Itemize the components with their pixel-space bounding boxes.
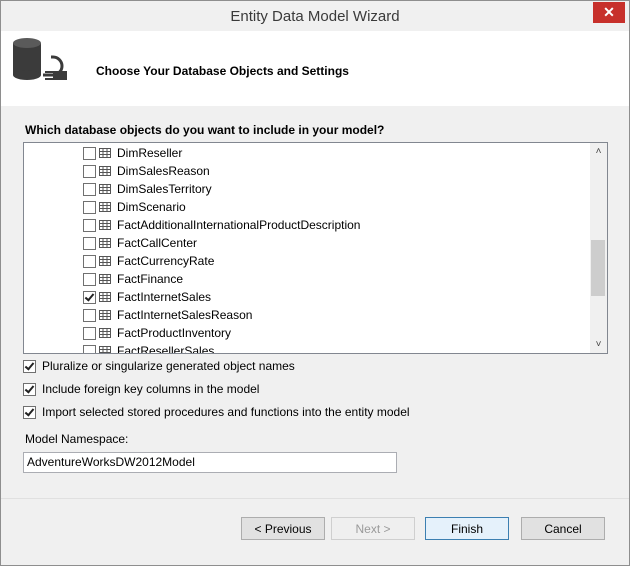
tree-item-checkbox[interactable] — [83, 255, 96, 268]
tree-item[interactable]: FactFinance — [83, 270, 593, 288]
tree-item-label: DimScenario — [117, 200, 186, 214]
tree-item-label: FactFinance — [117, 272, 184, 286]
tree-item-label: FactProductInventory — [117, 326, 232, 340]
tree-item-label: DimSalesReason — [117, 164, 210, 178]
close-button[interactable]: ✕ — [593, 2, 625, 23]
tree-item-checkbox[interactable] — [83, 345, 96, 353]
table-icon — [99, 219, 111, 230]
tree-item-checkbox[interactable] — [83, 327, 96, 340]
cancel-button[interactable]: Cancel — [521, 517, 605, 540]
tree-item[interactable]: DimReseller — [83, 144, 593, 162]
tree-item[interactable]: DimScenario — [83, 198, 593, 216]
tree-item-checkbox[interactable] — [83, 201, 96, 214]
tree-item[interactable]: FactInternetSales — [83, 288, 593, 306]
tree-item[interactable]: FactCallCenter — [83, 234, 593, 252]
database-objects-tree[interactable]: DimReseller DimSalesReason DimSalesTerrito… — [23, 142, 608, 354]
pluralize-label: Pluralize or singularize generated objec… — [42, 359, 295, 373]
footer-divider — [1, 498, 629, 499]
tree-item-checkbox[interactable] — [83, 219, 96, 232]
table-icon — [99, 273, 111, 284]
database-plug-icon — [13, 38, 67, 80]
tree-item-checkbox[interactable] — [83, 237, 96, 250]
scroll-thumb[interactable] — [591, 240, 605, 296]
tree-item-label: DimSalesTerritory — [117, 182, 212, 196]
table-icon — [99, 165, 111, 176]
tree-item-label: FactCurrencyRate — [117, 254, 215, 268]
objects-question: Which database objects do you want to in… — [25, 123, 385, 137]
tree-item-label: FactCallCenter — [117, 236, 198, 250]
tree-item[interactable]: DimSalesTerritory — [83, 180, 593, 198]
foreign-keys-label: Include foreign key columns in the model — [42, 382, 260, 396]
previous-button[interactable]: < Previous — [241, 517, 325, 540]
tree-item-checkbox[interactable] — [83, 165, 96, 178]
table-icon — [99, 147, 111, 158]
vertical-scrollbar[interactable]: ˄ ˅ — [590, 143, 607, 353]
scroll-down-icon[interactable]: ˅ — [590, 336, 607, 353]
next-button[interactable]: Next > — [331, 517, 415, 540]
tree-item-checkbox[interactable] — [83, 273, 96, 286]
tree-item-label: FactAdditionalInternationalProductDescri… — [117, 218, 361, 232]
import-procs-checkbox[interactable] — [23, 406, 36, 419]
table-icon — [99, 327, 111, 338]
table-icon — [99, 183, 111, 194]
namespace-input[interactable]: AdventureWorksDW2012Model — [23, 452, 397, 473]
tree-item[interactable]: FactProductInventory — [83, 324, 593, 342]
table-icon — [99, 309, 111, 320]
namespace-label: Model Namespace: — [25, 432, 129, 446]
tree-item[interactable]: FactAdditionalInternationalProductDescri… — [83, 216, 593, 234]
tree-item[interactable]: FactResellerSales — [83, 342, 593, 354]
import-procs-label: Import selected stored procedures and fu… — [42, 405, 410, 419]
page-title: Choose Your Database Objects and Setting… — [96, 64, 349, 78]
title-bar: Entity Data Model Wizard ✕ — [1, 1, 629, 31]
table-icon — [99, 291, 111, 302]
tree-item-label: FactInternetSalesReason — [117, 308, 253, 322]
table-icon — [99, 345, 111, 353]
tree-item-checkbox[interactable] — [83, 183, 96, 196]
scroll-up-icon[interactable]: ˄ — [590, 143, 607, 160]
tree-item-checkbox[interactable] — [83, 291, 96, 304]
table-icon — [99, 201, 111, 212]
table-icon — [99, 255, 111, 266]
tree-item-label: FactResellerSales — [117, 344, 215, 354]
tree-item[interactable]: FactCurrencyRate — [83, 252, 593, 270]
tree-item-checkbox[interactable] — [83, 309, 96, 322]
tree-item[interactable]: FactInternetSalesReason — [83, 306, 593, 324]
finish-button[interactable]: Finish — [425, 517, 509, 540]
tree-item[interactable]: DimSalesReason — [83, 162, 593, 180]
foreign-keys-checkbox[interactable] — [23, 383, 36, 396]
window-title: Entity Data Model Wizard — [230, 8, 400, 25]
wizard-window: Entity Data Model Wizard ✕ Choose Your D… — [0, 0, 630, 566]
wizard-header: Choose Your Database Objects and Setting… — [1, 31, 629, 106]
pluralize-checkbox[interactable] — [23, 360, 36, 373]
tree-item-label: DimReseller — [117, 146, 183, 160]
tree-item-checkbox[interactable] — [83, 147, 96, 160]
table-icon — [99, 237, 111, 248]
tree-item-label: FactInternetSales — [117, 290, 212, 304]
